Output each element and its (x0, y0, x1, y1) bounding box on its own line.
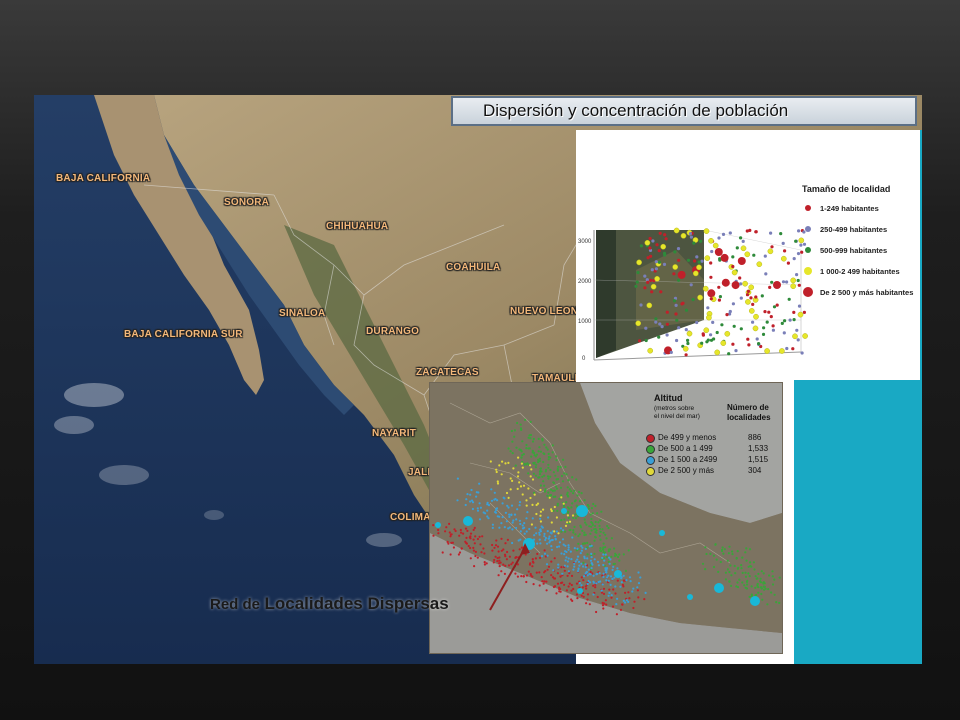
state-label-colima: COLIMA (390, 512, 431, 523)
scatter-3d-plot: 3000 2000 1000 0 (578, 227, 808, 362)
state-label-durango: DURANGO (366, 326, 420, 337)
altitude-locality-map-panel: Altitud (metros sobre el nivel del mar) … (429, 382, 783, 654)
scatter-legend-label-5: De 2 500 y más habitantes (820, 288, 914, 297)
state-label-chihuahua: CHIHUAHUA (326, 221, 389, 232)
scatter-legend-title: Tamaño de localidad (802, 184, 891, 194)
count-column-title-1: Número de (727, 403, 769, 412)
altitude-legend-dot-2 (646, 445, 655, 454)
altitude-legend-dot-4 (646, 467, 655, 476)
slide-title: Dispersión y concentración de población (483, 101, 789, 120)
altitude-legend-count-2: 1,533 (748, 444, 769, 453)
scatter-tick-1000: 1000 (578, 319, 592, 325)
slide-title-bar: Dispersión y concentración de población (451, 96, 917, 126)
state-label-nayarit: NAYARIT (372, 428, 417, 439)
caption-part-2: Localidades Dispersas (264, 594, 449, 613)
scatter-legend-dot-1 (805, 205, 811, 211)
altitude-legend-label-4: De 2 500 y más (658, 466, 715, 475)
altitude-legend-title: Altitud (654, 393, 683, 403)
scatter-tick-2000: 2000 (578, 279, 592, 285)
state-label-zacatecas: ZACATECAS (416, 367, 479, 378)
scatter-legend-label-1: 1-249 habitantes (820, 204, 879, 213)
scatter-legend-dot-3 (805, 247, 811, 253)
scatter-tick-3000: 3000 (578, 239, 592, 245)
scatter-legend-label-2: 250-499 habitantes (820, 225, 888, 234)
state-label-baja-california-sur: BAJA CALIFORNIA SUR (124, 329, 243, 340)
state-label-coahuila: COAHUILA (446, 262, 501, 273)
caption-part-1: Red de (210, 596, 261, 613)
scatter-tick-0: 0 (582, 356, 586, 362)
scatter-legend-dot-5 (803, 287, 813, 297)
state-label-sonora: SONORA (224, 197, 270, 208)
locality-size-scatter-panel: 3000 2000 1000 0 Tamaño de localidad 1-2… (576, 130, 920, 380)
altitude-legend-sub-1: (metros sobre (654, 405, 695, 412)
altitude-legend-label-1: De 499 y menos (658, 433, 717, 442)
scatter-legend-label-4: 1 000-2 499 habitantes (820, 267, 900, 276)
state-label-nuevo-leon: NUEVO LEON (510, 306, 579, 317)
altitude-legend-count-1: 886 (748, 433, 762, 442)
altitude-legend-count-4: 304 (748, 466, 762, 475)
altitude-map (430, 383, 782, 653)
altitude-legend-dot-3 (646, 456, 655, 465)
scatter-dots (634, 227, 808, 357)
altitude-legend-label-3: De 1 500 a 2499 (658, 455, 718, 464)
scatter-legend-dot-4 (804, 267, 812, 275)
altitude-legend-sub-2: el nivel del mar) (654, 413, 700, 420)
altitude-legend-dot-1 (646, 434, 655, 443)
scatter-legend-label-3: 500-999 habitantes (820, 246, 888, 255)
scatter-legend-dot-2 (805, 226, 811, 232)
altitude-legend-count-3: 1,515 (748, 455, 769, 464)
count-column-title-2: localidades (727, 413, 771, 422)
altitude-legend-label-2: De 500 a 1 499 (658, 444, 713, 453)
state-label-baja-california: BAJA CALIFORNIA (56, 173, 151, 184)
red-localidades-caption: Red de Localidades Dispersas (210, 594, 449, 614)
state-label-sinaloa: SINALOA (279, 308, 326, 319)
